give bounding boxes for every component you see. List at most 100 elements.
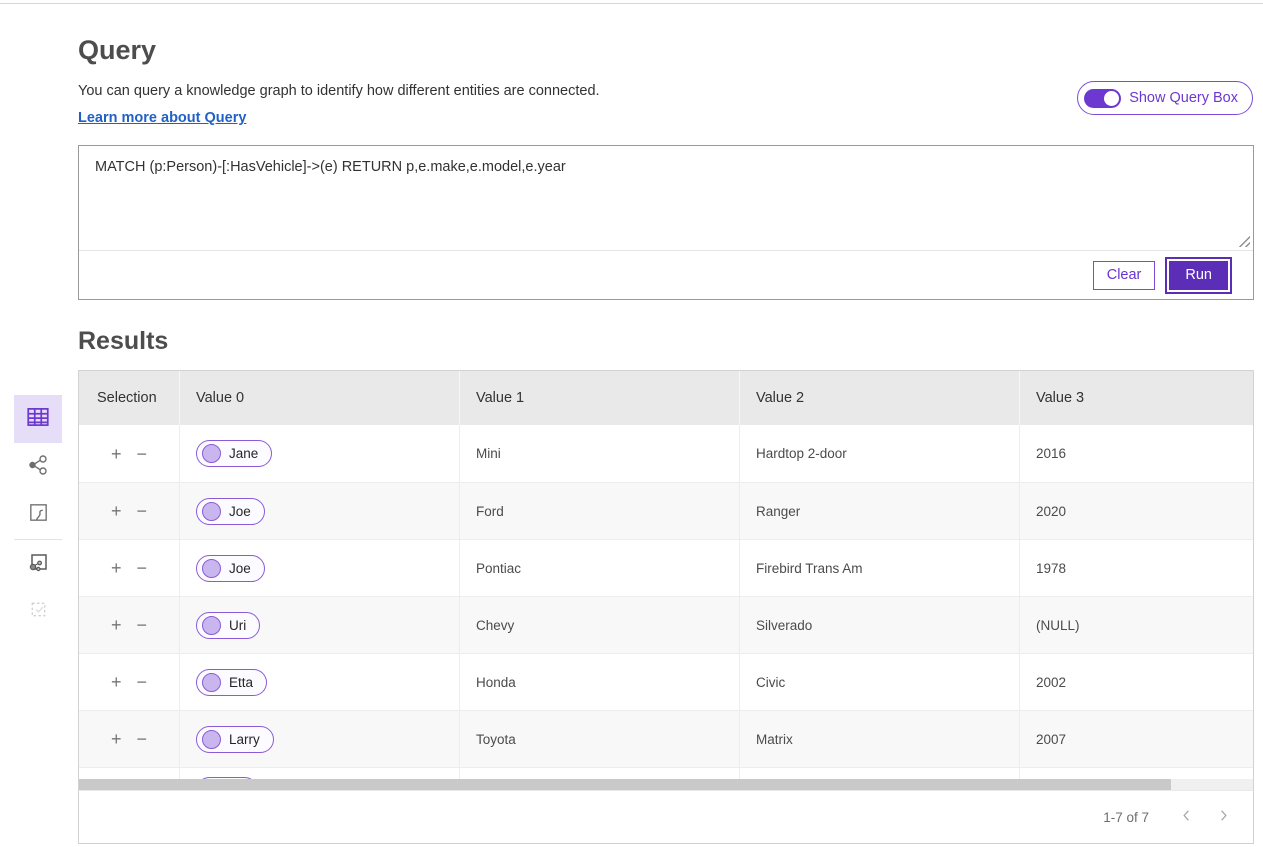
entity-label: Larry: [229, 732, 260, 747]
entity-cell: Joe: [179, 483, 459, 539]
value-cell: 2007: [1019, 711, 1253, 767]
query-input[interactable]: MATCH (p:Person)-[:HasVehicle]->(e) RETU…: [79, 146, 1253, 250]
value-cell: Chevy: [459, 597, 739, 653]
value-cell: [739, 768, 1019, 779]
entity-label: Joe: [229, 561, 251, 576]
entity-cell: Uri: [179, 597, 459, 653]
remove-from-selection-button[interactable]: −: [137, 559, 148, 577]
value-cell: [1019, 768, 1253, 779]
map-view-button[interactable]: [14, 491, 62, 539]
toggle-switch-icon[interactable]: [1084, 89, 1121, 108]
table-header: Selection Value 0 Value 1 Value 2 Value …: [79, 371, 1253, 425]
toggle-label: Show Query Box: [1129, 90, 1238, 106]
table-row: + −: [79, 767, 1253, 779]
link-chart-view-button[interactable]: [14, 443, 62, 491]
table-row: + − Joe Pontiac Firebird Trans Am 1978: [79, 539, 1253, 596]
link-chart-view-icon: [26, 453, 50, 482]
selection-cell: + −: [79, 540, 179, 596]
entity-label: Etta: [229, 675, 253, 690]
top-divider: [0, 0, 1263, 4]
value-cell: Civic: [739, 654, 1019, 710]
value-cell: 1978: [1019, 540, 1253, 596]
table-body: + − Jane Mini Hardtop 2-door 2016 + − Jo…: [79, 425, 1253, 779]
column-header-value0: Value 0: [179, 371, 459, 425]
entity-cell: Jane: [179, 425, 459, 482]
table-row: + − Uri Chevy Silverado (NULL): [79, 596, 1253, 653]
chevron-left-icon: [1179, 808, 1194, 826]
remove-from-selection-button[interactable]: −: [137, 445, 148, 463]
column-header-value1: Value 1: [459, 371, 739, 425]
show-query-box-toggle[interactable]: Show Query Box: [1077, 81, 1253, 115]
entity-label: Joe: [229, 504, 251, 519]
add-to-selection-button[interactable]: +: [111, 559, 122, 577]
selection-cell: + −: [79, 597, 179, 653]
selection-view-button[interactable]: [14, 588, 62, 636]
entity-pill[interactable]: Jane: [196, 440, 272, 467]
remove-from-selection-button[interactable]: −: [137, 730, 148, 748]
add-to-selection-button[interactable]: +: [111, 730, 122, 748]
entity-dot-icon: [202, 673, 221, 692]
chevron-right-icon: [1216, 808, 1231, 826]
entity-dot-icon: [202, 444, 221, 463]
value-cell: 2002: [1019, 654, 1253, 710]
results-title: Results: [78, 326, 1263, 356]
entity-pill[interactable]: Uri: [196, 612, 260, 639]
remove-from-selection-button[interactable]: −: [137, 616, 148, 634]
selection-view-icon: [27, 598, 50, 626]
entity-dot-icon: [202, 730, 221, 749]
pagination-label: 1-7 of 7: [1103, 810, 1149, 825]
add-to-selection-button[interactable]: +: [111, 502, 122, 520]
horizontal-scrollbar[interactable]: [79, 779, 1253, 790]
add-to-link-chart-icon: [26, 550, 50, 579]
add-to-link-chart-button[interactable]: [14, 540, 62, 588]
learn-more-link[interactable]: Learn more about Query: [78, 109, 246, 127]
table-row: + − Etta Honda Civic 2002: [79, 653, 1253, 710]
run-button[interactable]: Run: [1169, 261, 1228, 290]
query-input-area: MATCH (p:Person)-[:HasVehicle]->(e) RETU…: [79, 146, 1253, 251]
table-footer: 1-7 of 7: [79, 790, 1253, 843]
entity-pill[interactable]: Joe: [196, 498, 265, 525]
selection-cell: + −: [79, 711, 179, 767]
value-cell: 2016: [1019, 425, 1253, 482]
column-header-value3: Value 3: [1019, 371, 1253, 425]
column-header-selection: Selection: [79, 371, 179, 425]
value-cell: 2020: [1019, 483, 1253, 539]
next-page-button[interactable]: [1216, 808, 1231, 826]
selection-cell: + −: [79, 768, 179, 779]
entity-label: Uri: [229, 618, 246, 633]
table-view-button[interactable]: [14, 395, 62, 443]
add-to-selection-button[interactable]: +: [111, 673, 122, 691]
map-view-icon: [27, 501, 50, 529]
value-cell: Ford: [459, 483, 739, 539]
value-cell: Hardtop 2-door: [739, 425, 1019, 482]
value-cell: Mini: [459, 425, 739, 482]
entity-dot-icon: [202, 502, 221, 521]
clear-button[interactable]: Clear: [1093, 261, 1156, 290]
value-cell: Matrix: [739, 711, 1019, 767]
entity-pill[interactable]: Etta: [196, 669, 267, 696]
value-cell: Ranger: [739, 483, 1019, 539]
page-title: Query: [78, 34, 1263, 66]
entity-cell: Etta: [179, 654, 459, 710]
scrollbar-thumb[interactable]: [79, 779, 1171, 790]
query-actions: Clear Run: [79, 251, 1253, 299]
table-row: + − Jane Mini Hardtop 2-door 2016: [79, 425, 1253, 482]
value-cell: (NULL): [1019, 597, 1253, 653]
entity-dot-icon: [202, 559, 221, 578]
table-row: + − Larry Toyota Matrix 2007: [79, 710, 1253, 767]
entity-label: Jane: [229, 446, 258, 461]
entity-cell: Larry: [179, 711, 459, 767]
remove-from-selection-button[interactable]: −: [137, 673, 148, 691]
entity-pill[interactable]: Joe: [196, 555, 265, 582]
value-cell: Toyota: [459, 711, 739, 767]
selection-cell: + −: [79, 425, 179, 482]
toggle-knob: [1104, 91, 1119, 106]
remove-from-selection-button[interactable]: −: [137, 502, 148, 520]
column-header-value2: Value 2: [739, 371, 1019, 425]
add-to-selection-button[interactable]: +: [111, 616, 122, 634]
results-view-sidebar: [0, 370, 78, 844]
results-table: Selection Value 0 Value 1 Value 2 Value …: [78, 370, 1254, 844]
prev-page-button[interactable]: [1179, 808, 1194, 826]
entity-pill[interactable]: Larry: [196, 726, 274, 753]
add-to-selection-button[interactable]: +: [111, 445, 122, 463]
